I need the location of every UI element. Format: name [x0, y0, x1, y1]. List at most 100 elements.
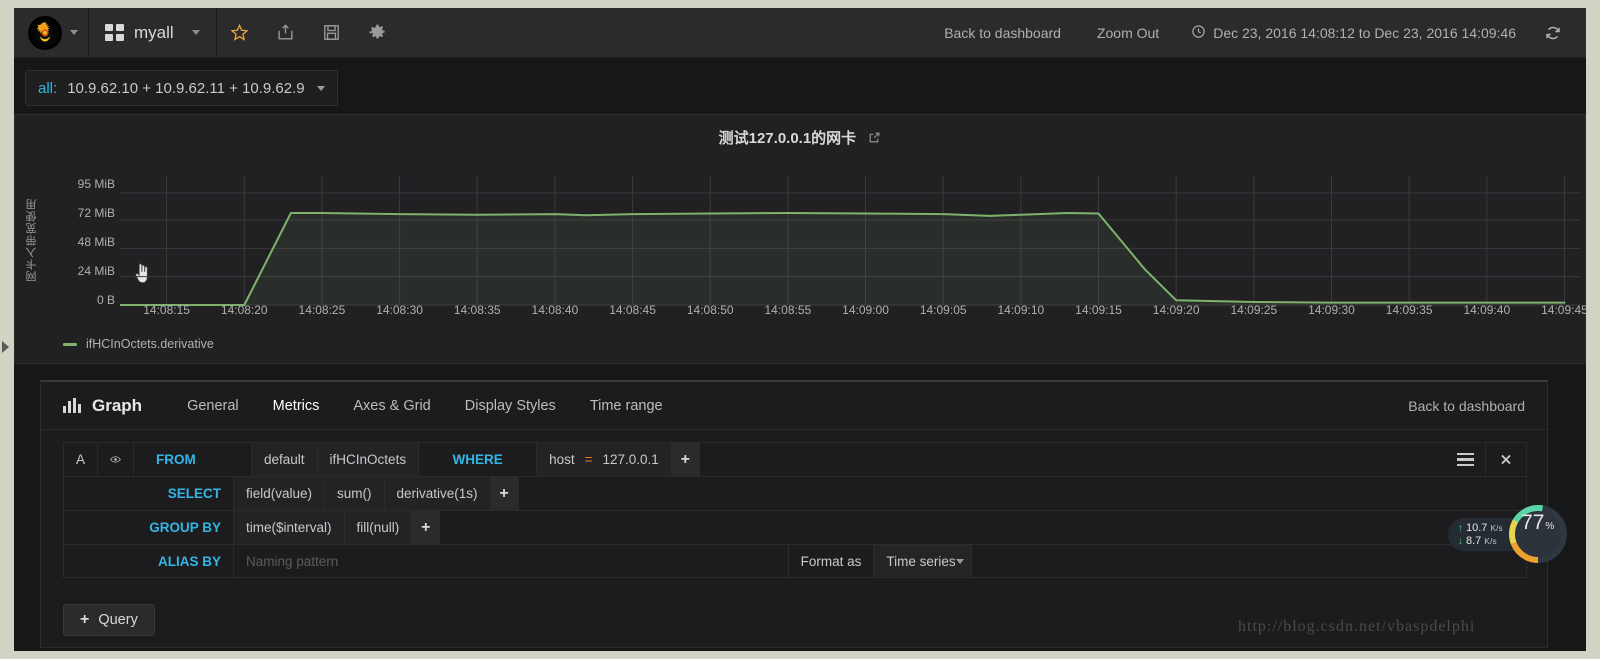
y-tick: 48 MiB	[77, 235, 115, 249]
x-tick: 14:09:30	[1308, 303, 1355, 317]
add-where-button[interactable]: +	[671, 443, 700, 476]
x-tick: 14:09:15	[1075, 303, 1122, 317]
gauge-unit: %	[1545, 521, 1555, 532]
x-tick: 14:09:45	[1541, 303, 1588, 317]
panel-title[interactable]: 测试127.0.0.1的网卡	[15, 115, 1585, 148]
logo-menu[interactable]	[14, 8, 88, 57]
groupby-label: GROUP BY	[64, 511, 234, 544]
x-tick: 14:08:15	[143, 303, 190, 317]
gear-icon[interactable]	[355, 8, 401, 58]
from-measurement-segment[interactable]: ifHCInOctets	[317, 443, 420, 476]
query-row-spacer	[700, 443, 1446, 476]
dashboard-picker[interactable]: myall	[88, 8, 217, 57]
legend-label: ifHCInOctets.derivative	[86, 337, 214, 351]
tab-display-styles[interactable]: Display Styles	[448, 398, 573, 414]
tab-general[interactable]: General	[170, 398, 256, 414]
y-tick: 24 MiB	[77, 264, 115, 278]
select-row-spacer	[519, 477, 1526, 510]
gauge-ring: 77 %	[1508, 505, 1567, 563]
x-tick: 14:08:35	[453, 303, 501, 317]
panel-editor: Graph General Metrics Axes & Grid Displa…	[40, 380, 1548, 648]
groupby-part-time[interactable]: time($interval)	[234, 511, 345, 544]
refresh-icon[interactable]	[1530, 8, 1576, 58]
x-tick: 14:09:35	[1385, 303, 1433, 317]
add-groupby-button[interactable]: +	[412, 511, 441, 544]
tab-metrics[interactable]: Metrics	[256, 398, 337, 414]
logo-menu-caret-icon[interactable]	[70, 30, 78, 35]
download-arrow-icon: ↓	[1458, 535, 1463, 547]
add-select-button[interactable]: +	[490, 477, 519, 510]
plot-area: 网卡入带宽使用 95 MiB 72 MiB 48 MiB 24 MiB 0 B …	[15, 175, 1588, 340]
tab-time-range[interactable]: Time range	[573, 398, 680, 414]
share-icon[interactable]	[263, 8, 309, 58]
x-tick: 14:08:30	[376, 303, 423, 317]
zoom-out-button[interactable]: Zoom Out	[1079, 25, 1177, 41]
y-tick: 72 MiB	[77, 206, 115, 220]
format-as-label: Format as	[789, 545, 875, 577]
star-icon[interactable]	[217, 8, 263, 58]
tab-axes-grid[interactable]: Axes & Grid	[336, 398, 447, 414]
legend-color-swatch	[63, 342, 77, 346]
dashboard-name: myall	[134, 22, 174, 42]
y-axis-tick-labels: 95 MiB 72 MiB 48 MiB 24 MiB 0 B	[45, 170, 115, 307]
chevron-down-icon	[955, 558, 964, 564]
eye-icon[interactable]	[98, 443, 134, 476]
upload-speed-value: 10.7	[1466, 521, 1488, 534]
alias-row-spacer	[972, 545, 1526, 577]
back-to-dashboard-link[interactable]: Back to dashboard	[926, 25, 1079, 41]
select-part-sum[interactable]: sum()	[325, 477, 385, 510]
where-key-segment[interactable]: host	[537, 443, 579, 476]
clock-icon	[1191, 24, 1206, 42]
where-label: WHERE	[419, 443, 538, 476]
editor-back-to-dashboard-link[interactable]: Back to dashboard	[1408, 398, 1525, 414]
hamburger-icon	[1457, 452, 1474, 467]
panel-title-text: 测试127.0.0.1的网卡	[718, 130, 857, 147]
x-tick: 14:08:55	[764, 303, 812, 317]
add-query-button[interactable]: + Query	[63, 604, 155, 636]
from-policy-segment[interactable]: default	[252, 443, 318, 476]
x-tick: 14:08:45	[609, 303, 656, 317]
graph-panel: 测试127.0.0.1的网卡 网卡入带宽使用 95 MiB 72 MiB 48 …	[14, 114, 1588, 364]
grafana-logo-icon[interactable]	[28, 15, 62, 50]
x-tick: 14:08:25	[298, 303, 346, 317]
cpu-gauge[interactable]: 77 %	[1508, 505, 1567, 563]
where-value-segment[interactable]: 127.0.0.1	[598, 443, 672, 476]
select-part-derivative[interactable]: derivative(1s)	[384, 477, 491, 510]
download-speed-unit: K/s	[1484, 535, 1497, 546]
upload-arrow-icon: ↑	[1458, 522, 1463, 534]
sidebar-expand-handle[interactable]	[2, 340, 9, 353]
top-navbar: myall Back to dashboard Zoom Out Dec 23,…	[14, 8, 1586, 58]
groupby-row-spacer	[440, 511, 1526, 544]
gauge-inner: 77 %	[1514, 511, 1561, 557]
chevron-down-icon[interactable]	[316, 85, 325, 91]
upload-speed-row: ↑ 10.7 K/s	[1458, 522, 1503, 534]
format-as-select[interactable]: Time series	[874, 545, 973, 577]
watermark-text: http://blog.csdn.net/vbaspdelphi	[1238, 618, 1476, 635]
external-link-icon[interactable]	[868, 131, 881, 148]
query-row-alias: ALIAS BY Naming pattern Format as Time s…	[63, 544, 1527, 578]
legend-item[interactable]: ifHCInOctets.derivative	[63, 337, 214, 351]
navbar-right: Back to dashboard Zoom Out Dec 23, 2016 …	[926, 8, 1586, 57]
dashboard-picker-caret-icon[interactable]	[191, 30, 200, 35]
query-menu-icon[interactable]	[1446, 443, 1486, 476]
select-part-field[interactable]: field(value)	[234, 477, 326, 510]
y-tick: 95 MiB	[77, 177, 115, 191]
remove-query-icon[interactable]	[1486, 443, 1526, 476]
format-as-value: Time series	[886, 553, 956, 569]
where-operator-segment[interactable]: =	[578, 443, 599, 476]
y-axis-title: 网卡入带宽使用	[26, 198, 38, 282]
groupby-part-fill[interactable]: fill(null)	[344, 511, 413, 544]
editor-tabbar: Graph General Metrics Axes & Grid Displa…	[41, 382, 1547, 430]
save-icon[interactable]	[309, 8, 355, 58]
x-tick: 14:09:10	[997, 303, 1045, 317]
query-row-select: SELECT field(value) sum() derivative(1s)…	[63, 476, 1527, 510]
time-range-text: Dec 23, 2016 14:08:12 to Dec 23, 2016 14…	[1213, 24, 1516, 41]
x-tick: 14:09:00	[842, 303, 889, 317]
chart-plot	[120, 175, 1580, 306]
variable-selector-all[interactable]: all: 10.9.62.10 + 10.9.62.11 + 10.9.62.9	[25, 70, 338, 106]
query-ref-id[interactable]: A	[64, 443, 98, 476]
network-speed-widget[interactable]: ↑ 10.7 K/s ↓ 8.7 K/s 77 %	[1448, 505, 1567, 563]
alias-input[interactable]: Naming pattern	[234, 545, 789, 577]
template-variable-bar: all: 10.9.62.10 + 10.9.62.11 + 10.9.62.9	[14, 58, 1586, 114]
time-range-picker[interactable]: Dec 23, 2016 14:08:12 to Dec 23, 2016 14…	[1177, 24, 1530, 42]
